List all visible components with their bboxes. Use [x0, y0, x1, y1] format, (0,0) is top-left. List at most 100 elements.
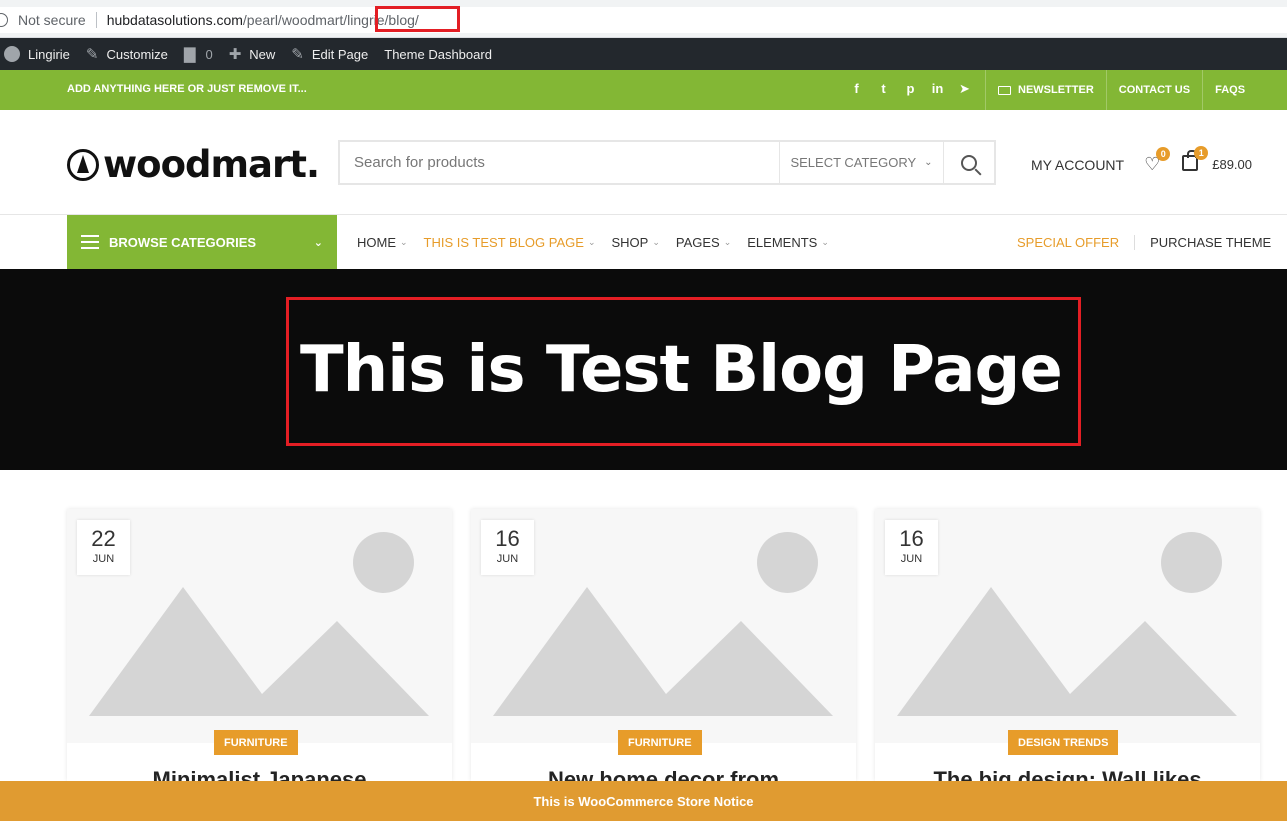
my-account-link[interactable]: MY ACCOUNT — [1031, 157, 1124, 173]
post-title[interactable]: The big design: Wall likes — [875, 767, 1260, 781]
menu-item-blog[interactable]: THIS IS TEST BLOG PAGE ⌄ — [424, 235, 596, 250]
menu-item-label: PAGES — [675, 234, 720, 250]
post-date-day: 16 — [899, 526, 924, 551]
menu-item-pages[interactable]: PAGES ⌄ — [676, 235, 731, 250]
url-field[interactable]: hubdatasolutions.com/pearl/woodmart/ling… — [107, 12, 419, 28]
promo-text: ADD ANYTHING HERE OR JUST REMOVE IT... — [67, 83, 307, 95]
post-date-month: JUN — [496, 553, 519, 565]
site-header: woodmart. SELECT CATEGORY ⌄ MY ACCOUNT ♡… — [0, 110, 1287, 215]
post-date: 16 JUN — [885, 520, 938, 575]
browse-categories-button[interactable]: BROWSE CATEGORIES ⌄ — [67, 215, 337, 269]
wp-new-link[interactable]: ✚ New — [221, 38, 284, 70]
wp-edit-page-label: Edit Page — [311, 46, 369, 62]
newsletter-label: NEWSLETTER — [1018, 84, 1094, 96]
menu-item-home[interactable]: HOME ⌄ — [357, 235, 408, 250]
tree-logo-icon — [67, 148, 99, 181]
post-date-month: JUN — [900, 553, 923, 565]
cart-button[interactable]: 1 — [1182, 146, 1209, 176]
menu-item-label: THIS IS TEST BLOG PAGE — [423, 234, 584, 250]
pinterest-icon[interactable]: p — [902, 81, 919, 97]
wp-edit-page-link[interactable]: ✎ Edit Page — [283, 38, 376, 70]
comment-icon: ▇ — [183, 46, 196, 63]
wp-site-label: Lingirie — [28, 46, 70, 62]
envelope-icon — [998, 85, 1011, 95]
title-annotation-box — [286, 297, 1081, 446]
blog-post-card[interactable]: 16 JUN DESIGN TRENDS The big design: Wal… — [875, 509, 1260, 781]
post-title[interactable]: Minimalist Japanese — [67, 767, 452, 781]
post-category-tag[interactable]: FURNITURE — [618, 730, 702, 755]
blog-post-grid: 22 JUN FURNITURE Minimalist Japanese 16 … — [67, 509, 1260, 781]
chevron-down-icon: ⌄ — [400, 236, 408, 247]
twitter-icon[interactable]: t — [875, 81, 892, 97]
cart-total[interactable]: £89.00 — [1212, 157, 1252, 172]
category-select-label: SELECT CATEGORY — [790, 155, 917, 170]
post-category-tag[interactable]: FURNITURE — [214, 730, 298, 755]
chevron-down-icon: ⌄ — [313, 236, 323, 249]
wp-comments-count: 0 — [205, 46, 213, 62]
category-select[interactable]: SELECT CATEGORY ⌄ — [779, 142, 943, 183]
logo-text: woodmart. — [103, 143, 320, 186]
blog-post-card[interactable]: 16 JUN FURNITURE New home decor from — [471, 509, 856, 781]
security-label[interactable]: Not secure — [18, 12, 86, 28]
dashboard-icon — [4, 46, 20, 62]
post-date-day: 16 — [495, 526, 520, 551]
menu-item-shop[interactable]: SHOP ⌄ — [611, 235, 659, 250]
wishlist-button[interactable]: ♡ 0 — [1144, 147, 1171, 175]
newsletter-link[interactable]: NEWSLETTER — [985, 70, 1106, 110]
wp-comments-link[interactable]: ▇ 0 — [176, 38, 221, 70]
hamburger-icon — [81, 235, 99, 249]
post-date-month: JUN — [92, 553, 115, 565]
chevron-down-icon: ⌄ — [723, 236, 732, 247]
brush-icon: ✎ — [85, 46, 99, 63]
secondary-menu: SPECIAL OFFER PURCHASE THEME — [1017, 215, 1271, 269]
wp-theme-dashboard-link[interactable]: Theme Dashboard — [376, 38, 500, 70]
primary-menu: HOME ⌄ THIS IS TEST BLOG PAGE ⌄ SHOP ⌄ PAGE… — [357, 215, 845, 269]
post-category-tag[interactable]: DESIGN TRENDS — [1008, 730, 1119, 755]
post-title[interactable]: New home decor from — [471, 767, 856, 781]
pencil-icon: ✎ — [291, 46, 304, 63]
menu-item-elements[interactable]: ELEMENTS ⌄ — [747, 235, 829, 250]
contact-link[interactable]: CONTACT US — [1105, 70, 1202, 110]
wp-new-label: New — [249, 46, 276, 62]
chevron-down-icon: ⌄ — [652, 236, 660, 247]
facebook-icon[interactable]: f — [848, 81, 865, 97]
site-logo[interactable]: woodmart. — [67, 143, 320, 186]
browser-address-bar: Not secure hubdatasolutions.com/pearl/wo… — [0, 0, 1287, 38]
wp-theme-dashboard-label: Theme Dashboard — [384, 46, 492, 62]
search-button[interactable] — [943, 142, 994, 183]
linkedin-icon[interactable]: in — [929, 81, 946, 97]
faqs-link[interactable]: FAQS — [1202, 70, 1257, 110]
top-bar: ADD ANYTHING HERE OR JUST REMOVE IT... f… — [0, 70, 1287, 110]
wp-customize-link[interactable]: ✎ Customize — [78, 38, 176, 70]
purchase-theme-link[interactable]: PURCHASE THEME — [1135, 235, 1271, 250]
search-input[interactable] — [340, 142, 779, 183]
wp-admin-bar: Lingirie ✎ Customize ▇ 0 ✚ New ✎ Edit Pa… — [0, 38, 1287, 70]
plus-icon: ✚ — [228, 46, 242, 63]
header-actions: MY ACCOUNT ♡ 0 1 £89.00 — [1031, 146, 1252, 176]
info-icon[interactable] — [0, 13, 8, 27]
post-date: 22 JUN — [77, 520, 130, 575]
main-navigation: BROWSE CATEGORIES ⌄ HOME ⌄ THIS IS TEST B… — [0, 215, 1287, 269]
wp-site-link[interactable]: Lingirie — [0, 38, 78, 70]
search-icon — [961, 154, 977, 171]
menu-item-label: ELEMENTS — [747, 234, 818, 250]
wishlist-count-badge: 0 — [1156, 147, 1171, 161]
url-domain: hubdatasolutions.com — [106, 12, 243, 28]
url-annotation-box — [375, 6, 460, 32]
divider — [95, 12, 97, 28]
menu-item-label: SHOP — [611, 234, 649, 250]
post-date-day: 22 — [91, 526, 116, 551]
blog-post-card[interactable]: 22 JUN FURNITURE Minimalist Japanese — [67, 509, 452, 781]
wp-customize-label: Customize — [106, 46, 168, 62]
chevron-down-icon: ⌄ — [924, 157, 933, 168]
post-date: 16 JUN — [481, 520, 534, 575]
social-links: f t p in ➤ — [848, 81, 973, 97]
product-search: SELECT CATEGORY ⌄ — [338, 140, 996, 185]
chevron-down-icon: ⌄ — [587, 236, 596, 247]
cart-count-badge: 1 — [1194, 146, 1209, 160]
top-links: NEWSLETTER CONTACT US FAQS — [985, 70, 1257, 110]
browse-categories-label: BROWSE CATEGORIES — [109, 234, 257, 250]
menu-item-label: HOME — [357, 234, 396, 250]
telegram-icon[interactable]: ➤ — [956, 81, 973, 97]
special-offer-link[interactable]: SPECIAL OFFER — [1017, 234, 1136, 250]
